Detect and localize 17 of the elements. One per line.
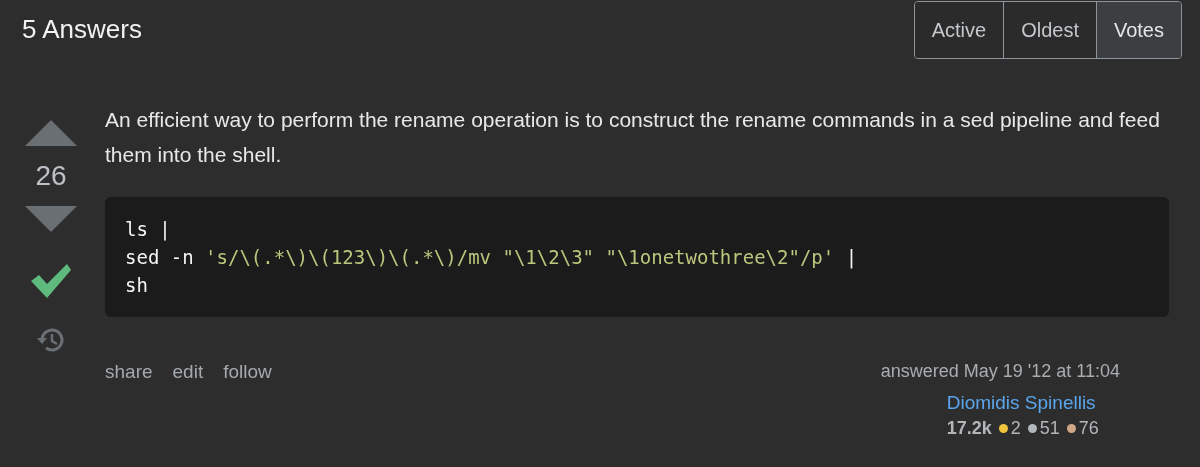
post-action-link[interactable]: share <box>105 361 153 439</box>
user-link[interactable]: Diomidis Spinellis <box>946 392 1099 414</box>
history-icon[interactable] <box>36 326 66 354</box>
badge-count: 76 <box>1078 418 1099 439</box>
answered-time: answered May 19 '12 at 11:04 <box>880 361 1120 382</box>
badge-count: 51 <box>1039 418 1060 439</box>
upvote-icon[interactable] <box>25 120 77 146</box>
answer-text: An efficient way to perform the rename operation is to construct the rename commands in a sed pipeline and feed them into the shell. <box>105 107 1161 168</box>
code-block: ls | sed -n 's/\(.*\)\(123\)\(.*\)/mv "\1\2\3" "\1onetwothree\2"/p' | sh <box>105 197 1169 317</box>
downvote-icon[interactable] <box>25 206 77 232</box>
badge-count: 2 <box>1010 418 1021 439</box>
sort-tab[interactable]: Votes <box>1095 2 1181 58</box>
reputation: 17.2k <box>946 418 992 439</box>
post-action-link[interactable]: follow <box>223 361 272 439</box>
answers-heading: 5 Answers <box>22 14 142 45</box>
vote-count: 26 <box>35 160 67 192</box>
post-action-link[interactable]: edit <box>172 361 204 439</box>
